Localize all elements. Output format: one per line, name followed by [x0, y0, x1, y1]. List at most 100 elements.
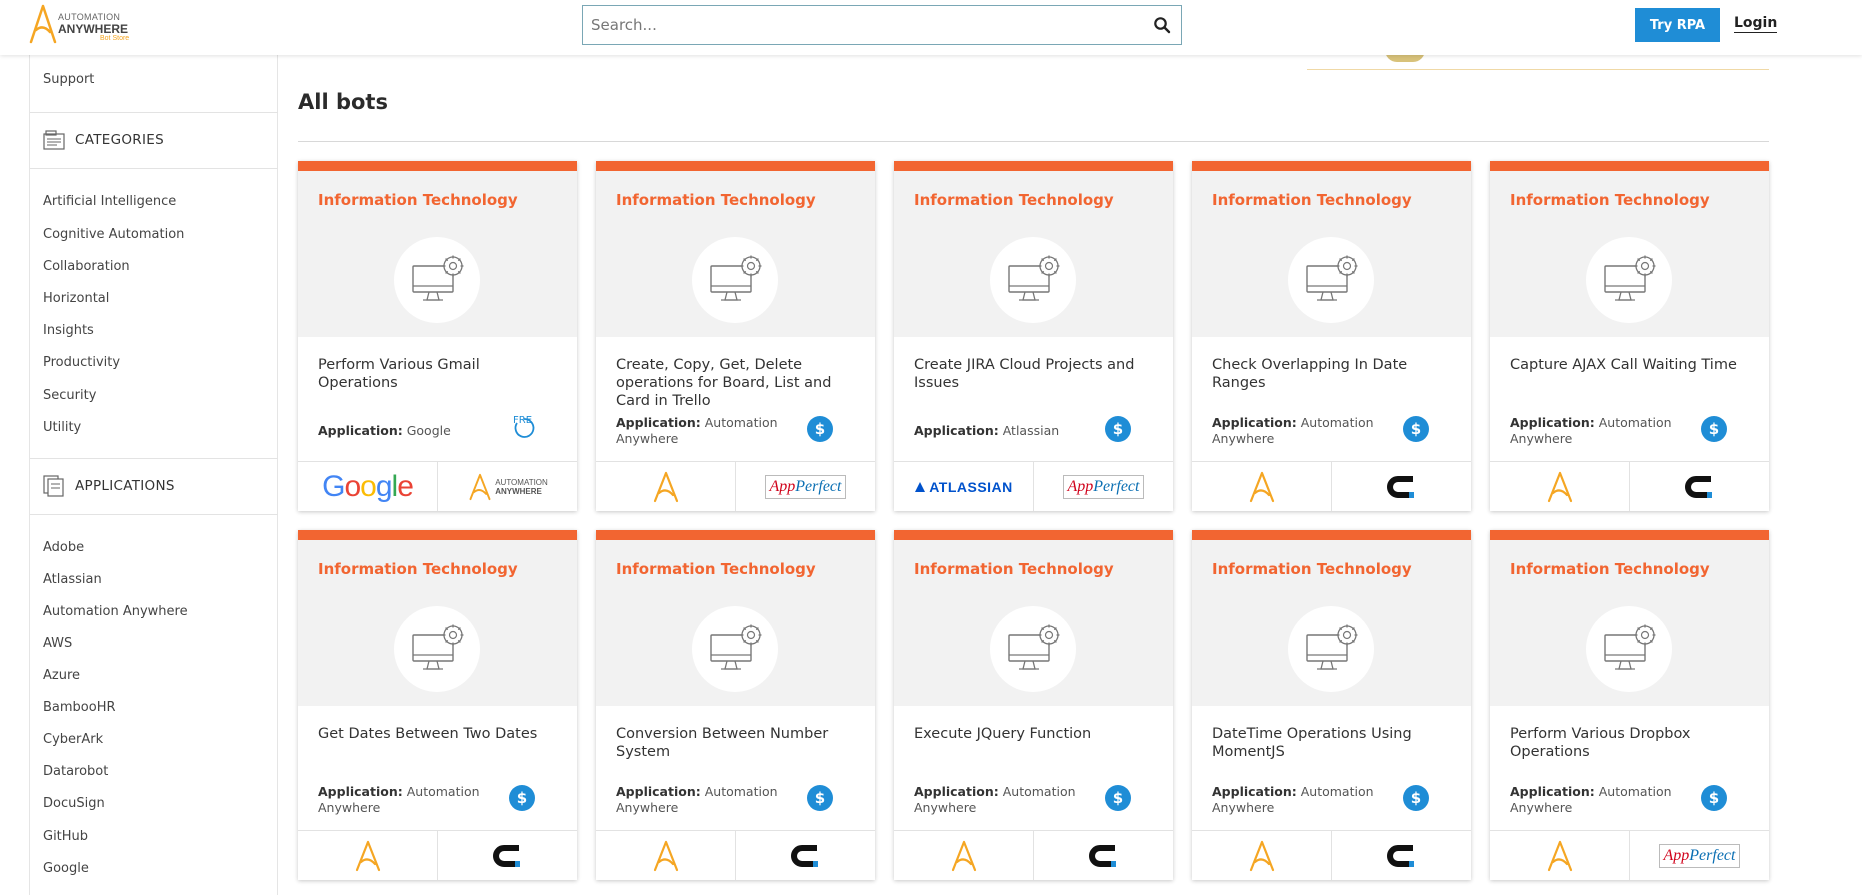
card-application-label: Application:	[1212, 415, 1297, 430]
card-application: Application: Automation Anywhere	[318, 784, 518, 816]
sidebar-category-item[interactable]: Productivity	[43, 355, 120, 370]
card-title[interactable]: Conversion Between Number System	[616, 725, 861, 761]
sidebar-category-item[interactable]: Horizontal	[43, 291, 109, 306]
sidebar-application-item[interactable]: Datarobot	[43, 764, 108, 779]
bot-card[interactable]: Information Technology Perform Various Gm…	[298, 161, 577, 511]
sidebar-application-item[interactable]: Adobe	[43, 540, 84, 555]
automation-anywhere-a-icon	[355, 840, 380, 871]
card-icon-circle	[692, 237, 778, 323]
bot-card[interactable]: Information Technology Create, Copy, Get,…	[596, 161, 875, 511]
search-input[interactable]	[591, 14, 1131, 36]
card-title[interactable]: Capture AJAX Call Waiting Time	[1510, 356, 1755, 374]
sidebar-application-item[interactable]: Automation Anywhere	[43, 604, 188, 619]
sidebar-application-item[interactable]: GitHub	[43, 829, 88, 844]
sidebar-application-item[interactable]: Azure	[43, 668, 80, 683]
card-category[interactable]: Information Technology	[616, 560, 816, 578]
card-category[interactable]: Information Technology	[1212, 560, 1412, 578]
card-title[interactable]: Create JIRA Cloud Projects and Issues	[914, 356, 1159, 392]
cyberark-logo-icon	[492, 844, 520, 867]
card-logo-strip	[1490, 461, 1769, 511]
free-badge-icon: FRE	[511, 415, 537, 441]
computer-gear-icon	[1306, 255, 1358, 301]
sidebar-link-support[interactable]: Support	[43, 72, 94, 87]
card-title[interactable]: Get Dates Between Two Dates	[318, 725, 563, 743]
cyberark-logo-icon	[790, 844, 818, 867]
card-logo-cell	[1331, 831, 1471, 880]
card-logo-cell	[1192, 831, 1331, 880]
dollar-icon: $	[1105, 785, 1131, 811]
card-application-label: Application:	[1510, 415, 1595, 430]
card-category[interactable]: Information Technology	[1212, 191, 1412, 209]
automation-anywhere-logo[interactable]: AUTOMATION ANYWHERE Bot Store	[28, 4, 138, 46]
card-application-label: Application:	[1212, 784, 1297, 799]
logo-text-line2: ANYWHERE	[58, 22, 129, 36]
card-category[interactable]: Information Technology	[318, 560, 518, 578]
card-icon-circle	[1288, 237, 1374, 323]
card-logo-cell	[1490, 831, 1629, 880]
card-hero: Information Technology	[1192, 171, 1471, 337]
sidebar-category-item[interactable]: Insights	[43, 323, 94, 338]
bot-card[interactable]: Information Technology DateTime Operation…	[1192, 530, 1471, 880]
sidebar-category-item[interactable]: Utility	[43, 420, 81, 435]
sidebar-application-item[interactable]: DocuSign	[43, 796, 105, 811]
bot-card[interactable]: Information Technology Check Overlapping …	[1192, 161, 1471, 511]
sidebar-application-item[interactable]: BambooHR	[43, 700, 116, 715]
cyberark-logo-icon	[1386, 844, 1414, 867]
card-title[interactable]: Execute JQuery Function	[914, 725, 1159, 743]
sidebar-category-item[interactable]: Collaboration	[43, 259, 130, 274]
sidebar-category-item[interactable]: Artificial Intelligence	[43, 194, 176, 209]
card-application-value: Atlassian	[1002, 423, 1060, 438]
card-accent-bar	[1490, 161, 1769, 171]
try-rpa-button[interactable]: Try RPA	[1635, 8, 1720, 42]
computer-gear-icon	[1306, 624, 1358, 670]
card-title[interactable]: DateTime Operations Using MomentJS	[1212, 725, 1457, 761]
search-icon[interactable]	[1153, 16, 1171, 34]
card-category[interactable]: Information Technology	[318, 191, 518, 209]
bot-card[interactable]: Information Technology Conversion Between…	[596, 530, 875, 880]
card-title[interactable]: Perform Various Dropbox Operations	[1510, 725, 1755, 761]
card-category[interactable]: Information Technology	[914, 560, 1114, 578]
card-category[interactable]: Information Technology	[1510, 191, 1710, 209]
sidebar-category-item[interactable]: Cognitive Automation	[43, 227, 184, 242]
cyberark-logo-icon	[1684, 475, 1712, 498]
card-title[interactable]: Create, Copy, Get, Delete operations for…	[616, 356, 861, 410]
card-icon-circle	[394, 606, 480, 692]
categories-icon	[43, 130, 65, 150]
sidebar: Support CATEGORIES Artificial Intelligen…	[29, 55, 278, 895]
sidebar-category-item[interactable]: Security	[43, 388, 96, 403]
card-logo-cell	[1490, 462, 1629, 511]
card-category[interactable]: Information Technology	[616, 191, 816, 209]
sidebar-application-item[interactable]: AWS	[43, 636, 72, 651]
card-logo-strip: AppPerfect	[1490, 830, 1769, 880]
bot-card[interactable]: Information Technology Execute JQuery Fun…	[894, 530, 1173, 880]
cyberark-logo-icon	[1088, 844, 1116, 867]
card-hero: Information Technology	[596, 171, 875, 337]
sidebar-application-item[interactable]: Google	[43, 861, 89, 876]
card-icon-circle	[1586, 237, 1672, 323]
automation-anywhere-a-icon	[469, 473, 491, 500]
automation-anywhere-a-icon	[653, 840, 678, 871]
card-application: Application: Automation Anywhere	[616, 784, 816, 816]
bot-card[interactable]: Information Technology Create JIRA Cloud …	[894, 161, 1173, 511]
sidebar-divider	[30, 168, 278, 169]
card-category[interactable]: Information Technology	[1510, 560, 1710, 578]
card-logo-cell	[1629, 462, 1769, 511]
card-icon-circle	[692, 606, 778, 692]
card-category[interactable]: Information Technology	[914, 191, 1114, 209]
bot-card[interactable]: Information Technology Capture AJAX Call …	[1490, 161, 1769, 511]
card-accent-bar	[298, 530, 577, 540]
card-title[interactable]: Check Overlapping In Date Ranges	[1212, 356, 1457, 392]
sidebar-application-item[interactable]: Atlassian	[43, 572, 102, 587]
login-link[interactable]: Login	[1734, 15, 1778, 33]
automation-anywhere-a-icon	[29, 4, 57, 44]
card-logo-strip: ATLASSIAN AppPerfect	[894, 461, 1173, 511]
card-hero: Information Technology	[1192, 540, 1471, 706]
card-accent-bar	[894, 161, 1173, 171]
card-title[interactable]: Perform Various Gmail Operations	[318, 356, 563, 392]
bot-card[interactable]: Information Technology Get Dates Between …	[298, 530, 577, 880]
computer-gear-icon	[710, 255, 762, 301]
card-application-label: Application:	[318, 784, 403, 799]
sidebar-application-item[interactable]: CyberArk	[43, 732, 103, 747]
automation-anywhere-a-icon	[1249, 471, 1274, 502]
bot-card[interactable]: Information Technology Perform Various Dr…	[1490, 530, 1769, 880]
